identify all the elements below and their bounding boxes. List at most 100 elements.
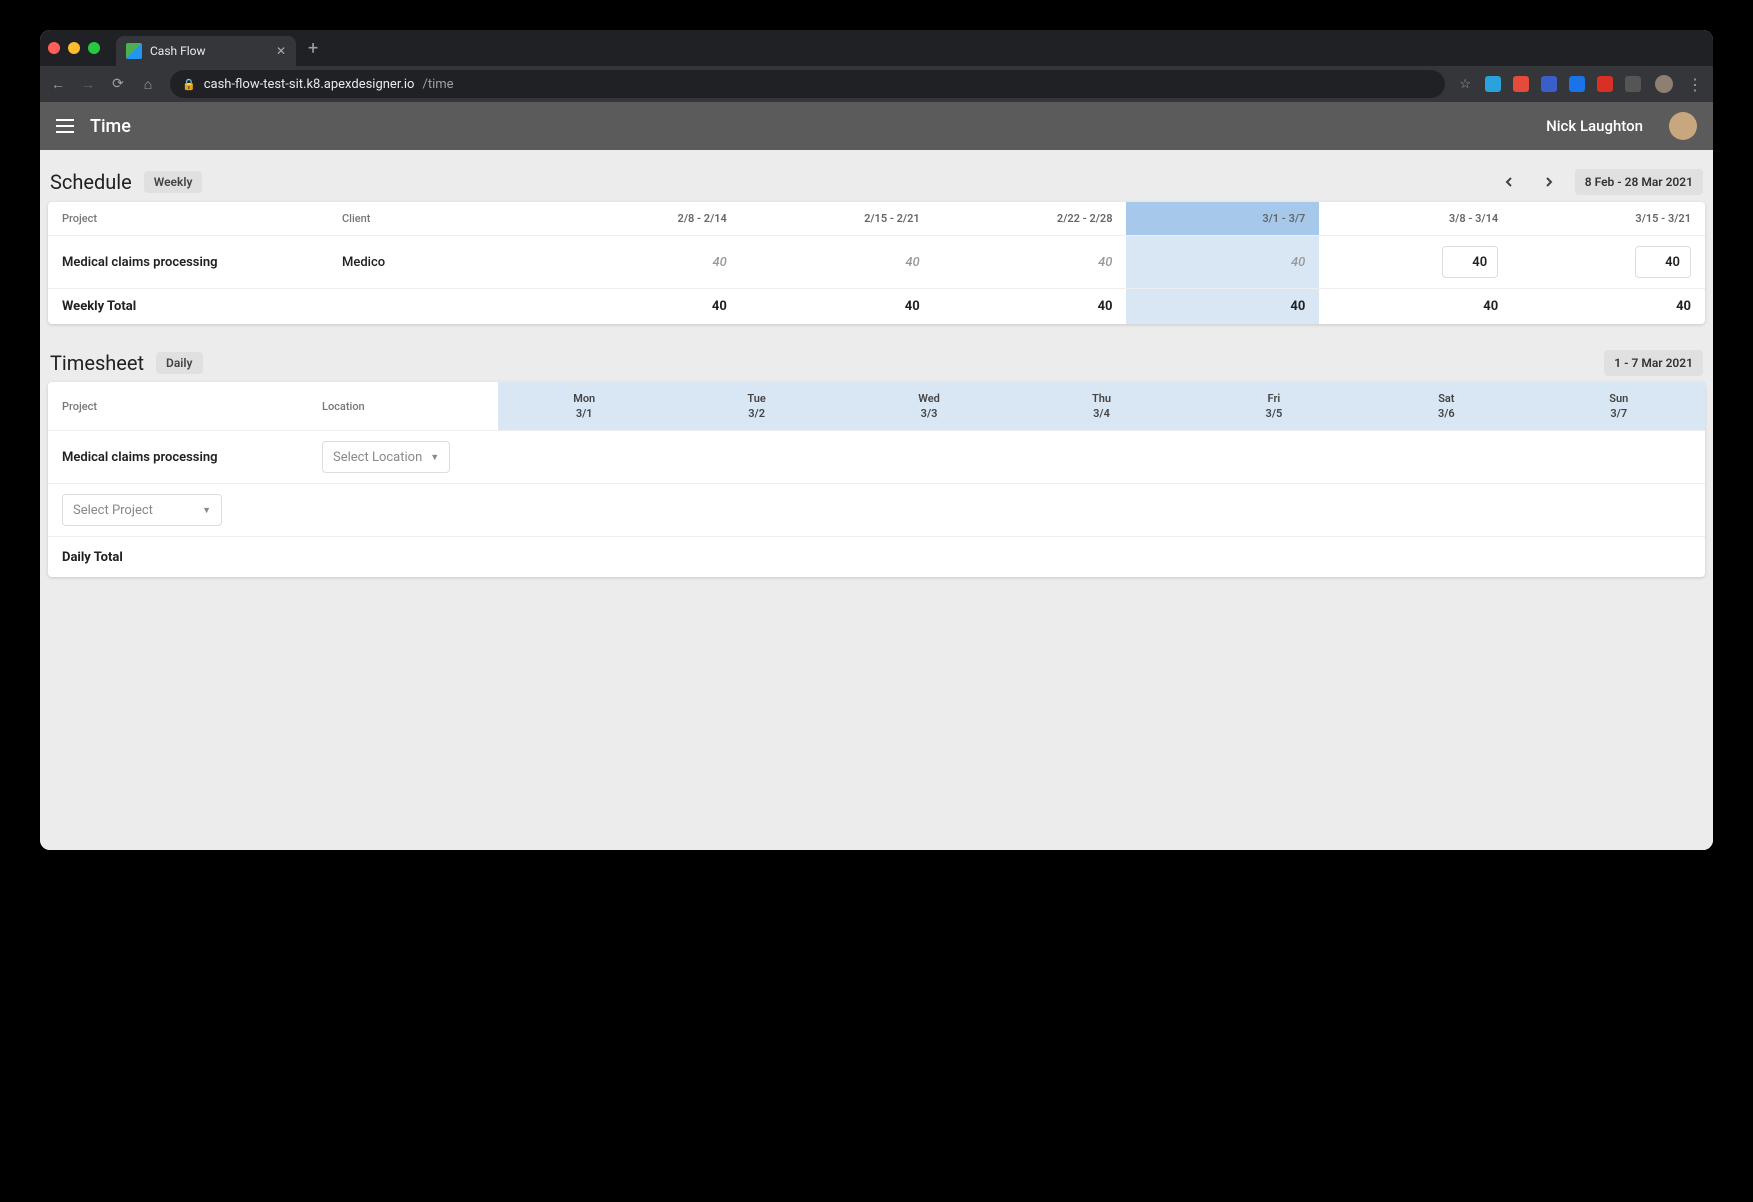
new-tab-button[interactable]: +: [308, 38, 318, 59]
extension-icon[interactable]: [1541, 76, 1557, 92]
day-header: Wed3/3: [843, 382, 1015, 431]
reload-button[interactable]: ⟳: [110, 76, 126, 92]
timesheet-cell[interactable]: [1188, 431, 1360, 484]
project-select[interactable]: Select Project ▼: [62, 494, 222, 526]
week-header: 2/8 - 2/14: [548, 202, 741, 236]
timesheet-cell[interactable]: [843, 431, 1015, 484]
url-path: /time: [422, 77, 453, 92]
empty-cell: [308, 484, 498, 537]
browser-toolbar: ← → ⟳ ⌂ 🔒 cash-flow-test-sit.k8.apexdesi…: [40, 66, 1713, 102]
user-name: Nick Laughton: [1546, 117, 1643, 135]
close-window-button[interactable]: [48, 42, 60, 54]
url-host: cash-flow-test-sit.k8.apexdesigner.io: [204, 77, 415, 92]
schedule-mode-chip[interactable]: Weekly: [144, 171, 203, 193]
location-select[interactable]: Select Location ▼: [322, 441, 450, 473]
day-header: Sat3/6: [1360, 382, 1532, 431]
schedule-total: 40: [741, 289, 934, 324]
schedule-total: 40: [1319, 289, 1512, 324]
timesheet-mode-chip[interactable]: Daily: [156, 352, 202, 374]
timesheet-range[interactable]: 1 - 7 Mar 2021: [1604, 350, 1703, 376]
browser-tab[interactable]: Cash Flow ✕: [116, 36, 296, 66]
week-header: 3/15 - 3/21: [1512, 202, 1705, 236]
schedule-value-input[interactable]: 40: [1635, 246, 1691, 278]
timesheet-location-cell: Select Location ▼: [308, 431, 498, 484]
empty-cell: [1015, 484, 1187, 537]
user-avatar[interactable]: [1669, 112, 1697, 140]
close-tab-icon[interactable]: ✕: [276, 44, 286, 58]
extension-icon[interactable]: [1597, 76, 1613, 92]
schedule-project: Medical claims processing: [48, 236, 328, 289]
week-header: 2/22 - 2/28: [934, 202, 1127, 236]
window-controls: [48, 42, 100, 54]
col-project: Project: [48, 382, 308, 431]
schedule-range[interactable]: 8 Feb - 28 Mar 2021: [1575, 169, 1703, 195]
schedule-heading: Schedule: [50, 170, 132, 194]
extension-icon[interactable]: [1485, 76, 1501, 92]
chevron-down-icon: ▼: [202, 505, 211, 516]
minimize-window-button[interactable]: [68, 42, 80, 54]
schedule-value: 40: [741, 236, 934, 289]
tab-favicon: [126, 43, 142, 59]
schedule-value-input-cell: 40: [1319, 236, 1512, 289]
timesheet-cell[interactable]: [498, 431, 670, 484]
schedule-card: Project Client 2/8 - 2/14 2/15 - 2/21 2/…: [48, 202, 1705, 324]
extension-icon[interactable]: [1569, 76, 1585, 92]
timesheet-total: [670, 537, 842, 577]
day-header: Tue3/2: [670, 382, 842, 431]
browser-window: Cash Flow ✕ + ← → ⟳ ⌂ 🔒 cash-flow-test-s…: [40, 30, 1713, 850]
schedule-value: 40: [548, 236, 741, 289]
timesheet-cell[interactable]: [1360, 431, 1532, 484]
timesheet-heading: Timesheet: [50, 351, 144, 375]
tab-title: Cash Flow: [150, 44, 206, 58]
maximize-window-button[interactable]: [88, 42, 100, 54]
extensions: [1485, 76, 1641, 92]
bookmark-icon[interactable]: ☆: [1459, 77, 1471, 92]
empty-cell: [498, 484, 670, 537]
chevron-down-icon: ▼: [430, 452, 439, 463]
empty-cell: [1188, 484, 1360, 537]
empty-cell: [1533, 484, 1705, 537]
empty-cell: [670, 484, 842, 537]
page-content: Schedule Weekly 8 Feb - 28 Mar 2021 Proj…: [40, 150, 1713, 850]
timesheet-total: [1015, 537, 1187, 577]
extensions-menu-icon[interactable]: [1625, 76, 1641, 92]
browser-tabbar: Cash Flow ✕ +: [40, 30, 1713, 66]
schedule-value-current: 40: [1126, 236, 1319, 289]
empty-cell: [1360, 484, 1532, 537]
timesheet-total: [843, 537, 1015, 577]
location-placeholder: Select Location: [333, 450, 422, 465]
timesheet-cell[interactable]: [1533, 431, 1705, 484]
col-location: Location: [308, 382, 498, 431]
schedule-value-input[interactable]: 40: [1442, 246, 1498, 278]
address-bar[interactable]: 🔒 cash-flow-test-sit.k8.apexdesigner.io/…: [170, 70, 1445, 98]
browser-menu-icon[interactable]: ⋮: [1687, 75, 1703, 94]
timesheet-card: Project Location Mon3/1 Tue3/2 Wed3/3 Th…: [48, 382, 1705, 577]
back-button[interactable]: ←: [50, 76, 66, 93]
timesheet-table: Project Location Mon3/1 Tue3/2 Wed3/3 Th…: [48, 382, 1705, 577]
day-header: Sun3/7: [1533, 382, 1705, 431]
schedule-total-client: [328, 289, 548, 324]
timesheet-cell[interactable]: [1015, 431, 1187, 484]
timesheet-total: [498, 537, 670, 577]
day-header: Thu3/4: [1015, 382, 1187, 431]
extension-icon[interactable]: [1513, 76, 1529, 92]
timesheet-project: Medical claims processing: [48, 431, 308, 484]
home-button[interactable]: ⌂: [140, 76, 156, 93]
schedule-total: 40: [934, 289, 1127, 324]
col-client: Client: [328, 202, 548, 236]
schedule-total-label: Weekly Total: [48, 289, 328, 324]
profile-avatar[interactable]: [1655, 75, 1673, 93]
schedule-next-button[interactable]: [1535, 168, 1563, 196]
timesheet-total: [1360, 537, 1532, 577]
menu-button[interactable]: [56, 119, 74, 133]
day-header: Fri3/5: [1188, 382, 1360, 431]
week-header-current: 3/1 - 3/7: [1126, 202, 1319, 236]
empty-cell: [843, 484, 1015, 537]
schedule-prev-button[interactable]: [1495, 168, 1523, 196]
schedule-client: Medico: [328, 236, 548, 289]
timesheet-cell[interactable]: [670, 431, 842, 484]
day-header: Mon3/1: [498, 382, 670, 431]
project-placeholder: Select Project: [73, 503, 153, 518]
schedule-total: 40: [548, 289, 741, 324]
forward-button[interactable]: →: [80, 76, 96, 93]
